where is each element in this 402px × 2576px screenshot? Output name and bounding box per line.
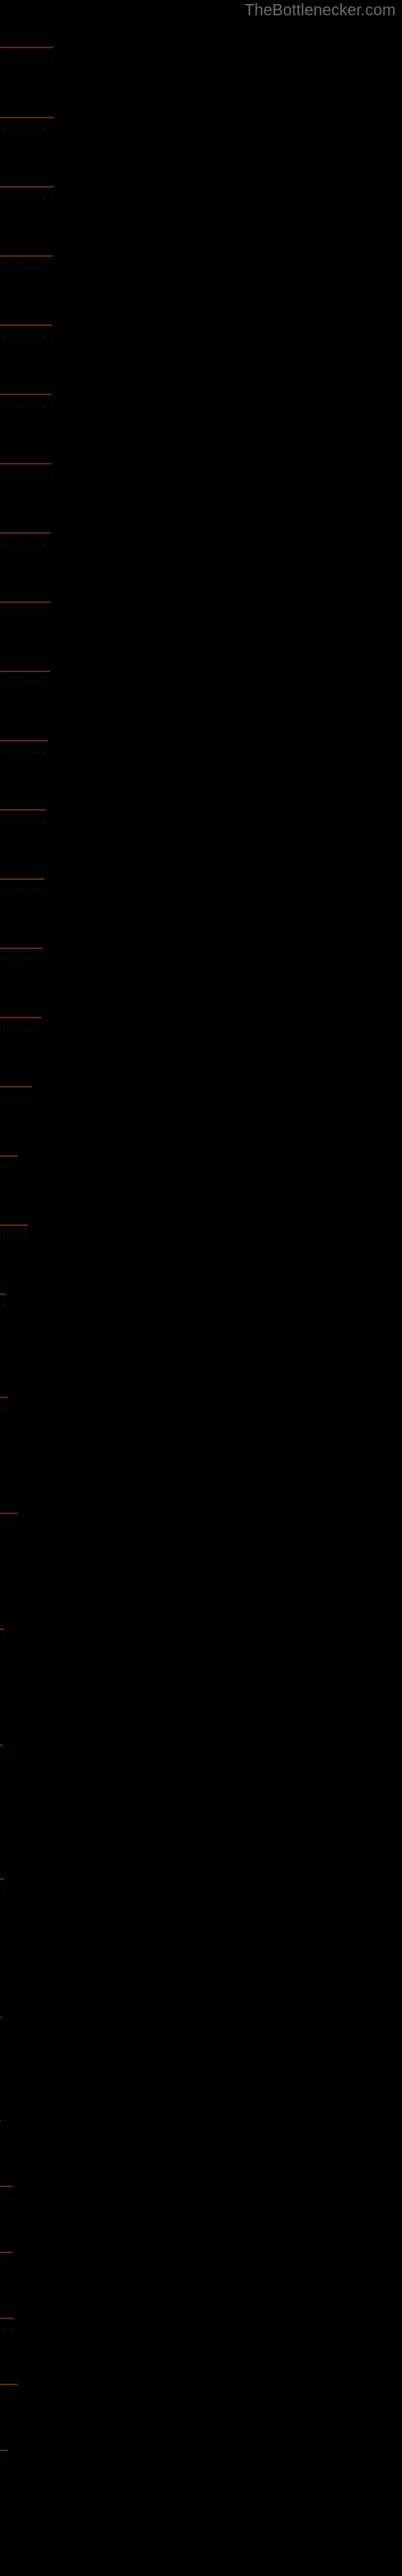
bar-label: Bottleneck result [2, 1161, 18, 1173]
bar-label: Bottleneck result [2, 122, 54, 134]
bar-label: Bottleneck result [2, 469, 51, 481]
bar-label: Bottleneck result [2, 261, 53, 273]
bar[interactable]: Bottleneck result [0, 601, 51, 623]
bar[interactable]: Bottleneck result [0, 2017, 2, 2038]
bar-label: Bottleneck result [2, 52, 54, 64]
bar-label: Bottleneck result [2, 1230, 28, 1242]
bar-label: Bottleneck result [2, 538, 51, 550]
bar[interactable]: Bottleneck result [0, 463, 51, 485]
bar-label: Bottleneck result [2, 192, 54, 204]
bar[interactable]: Bottleneck result [0, 1086, 32, 1108]
bar-label: Bottleneck result [2, 815, 46, 827]
bar[interactable]: Bottleneck result [0, 947, 43, 969]
bar[interactable]: Bottleneck result [0, 809, 46, 831]
bar-label: Bottleneck result [2, 676, 50, 688]
bar[interactable]: Bottleneck result [0, 255, 53, 277]
bar-label: Bottleneck result [2, 1518, 18, 1530]
bar-label: Bottleneck result [2, 2323, 14, 2335]
bar[interactable]: Bottleneck result [0, 394, 51, 415]
bar[interactable]: Bottleneck result [0, 740, 48, 762]
bar-label: Bottleneck result [2, 607, 51, 619]
bar-label: Bottleneck result [2, 2456, 8, 2467]
bar[interactable]: Bottleneck result [0, 1397, 8, 1418]
bar-label: Bottleneck result [2, 1885, 4, 1896]
bar-label: Bottleneck result [2, 2389, 18, 2401]
bar[interactable]: Bottleneck result [0, 2120, 1, 2141]
bar-label: Bottleneck result [2, 1022, 42, 1034]
bar-label: Bottleneck result [2, 399, 51, 411]
site-watermark: TheBottlenecker.com [244, 2, 396, 19]
bar-label: Bottleneck result [2, 953, 43, 965]
bar-label: Bottleneck result [2, 2191, 13, 2203]
bar[interactable]: Bottleneck result [0, 186, 54, 208]
bar[interactable]: Bottleneck result [0, 2318, 14, 2339]
bar[interactable]: Bottleneck result [0, 532, 51, 554]
bar-label: Bottleneck result [2, 1300, 6, 1311]
bar[interactable]: Bottleneck result [0, 878, 44, 900]
bar[interactable]: Bottleneck result [0, 1224, 28, 1246]
bar[interactable]: Bottleneck result [0, 117, 54, 138]
bar[interactable]: Bottleneck result [0, 1017, 42, 1038]
bar[interactable]: Bottleneck result [0, 1155, 18, 1177]
bar[interactable]: Bottleneck result [0, 1878, 4, 1900]
bar-label: Bottleneck result [2, 330, 52, 342]
bar-label: Bottleneck result [2, 1403, 8, 1414]
bar[interactable]: Bottleneck result [0, 671, 50, 692]
bar[interactable]: Bottleneck result [0, 2252, 13, 2273]
bar-chart: TheBottlenecker.com Bottleneck result Bot… [0, 0, 402, 2576]
bar[interactable]: Bottleneck result [0, 47, 54, 68]
bar-label: Bottleneck result [2, 1092, 32, 1104]
bar[interactable]: Bottleneck result [0, 1744, 2, 1766]
bar[interactable]: Bottleneck result [0, 1294, 6, 1315]
bar[interactable]: Bottleneck result [0, 1513, 18, 1534]
bar[interactable]: Bottleneck result [0, 2384, 18, 2405]
bar-label: Bottleneck result [2, 745, 48, 758]
bar-label: Bottleneck result [2, 2257, 13, 2269]
bar[interactable]: Bottleneck result [0, 1629, 4, 1650]
bar[interactable]: Bottleneck result [0, 324, 52, 346]
bar-label: Bottleneck result [2, 1635, 4, 1646]
bar-label: Bottleneck result [2, 884, 44, 896]
bar[interactable]: Bottleneck result [0, 2186, 13, 2207]
bar[interactable]: Bottleneck result [0, 2450, 8, 2471]
